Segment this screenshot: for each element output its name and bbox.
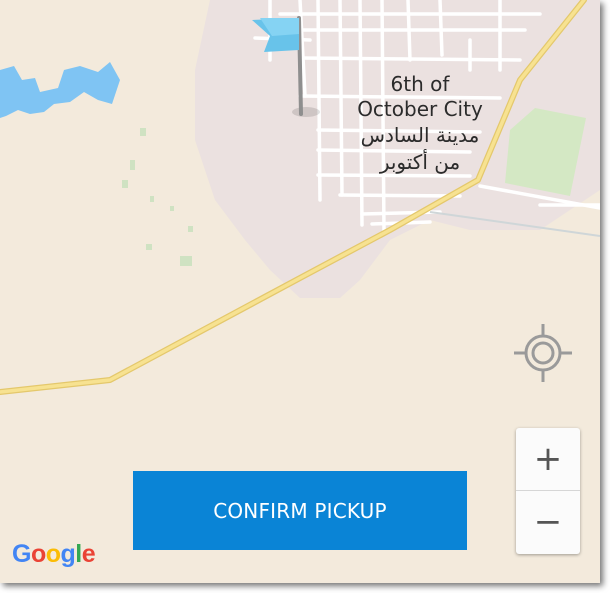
flag-icon[interactable] [250, 14, 320, 124]
city-name-en-line2: October City [357, 97, 483, 121]
zoom-in-button[interactable]: + [516, 428, 580, 490]
logo-letter: g [60, 540, 76, 568]
logo-letter: G [12, 540, 31, 568]
zoom-controls: + − [516, 428, 580, 554]
crosshair-icon[interactable] [510, 320, 576, 386]
city-name-ar-line1: مدينة السادس [360, 123, 480, 147]
logo-letter: e [81, 540, 96, 568]
google-logo: Google [12, 540, 96, 569]
confirm-pickup-button[interactable]: CONFIRM PICKUP [133, 471, 467, 550]
logo-letter: o [45, 540, 61, 568]
city-label: 6th of October City مدينة السادس من أكتو… [340, 72, 500, 176]
city-name-en-line1: 6th of [390, 72, 450, 96]
logo-letter: o [30, 540, 46, 568]
city-name-ar-line2: من أكتوبر [379, 150, 461, 174]
zoom-out-button[interactable]: − [516, 491, 580, 553]
map-frame: 6th of October City مدينة السادس من أكتو… [0, 0, 600, 583]
